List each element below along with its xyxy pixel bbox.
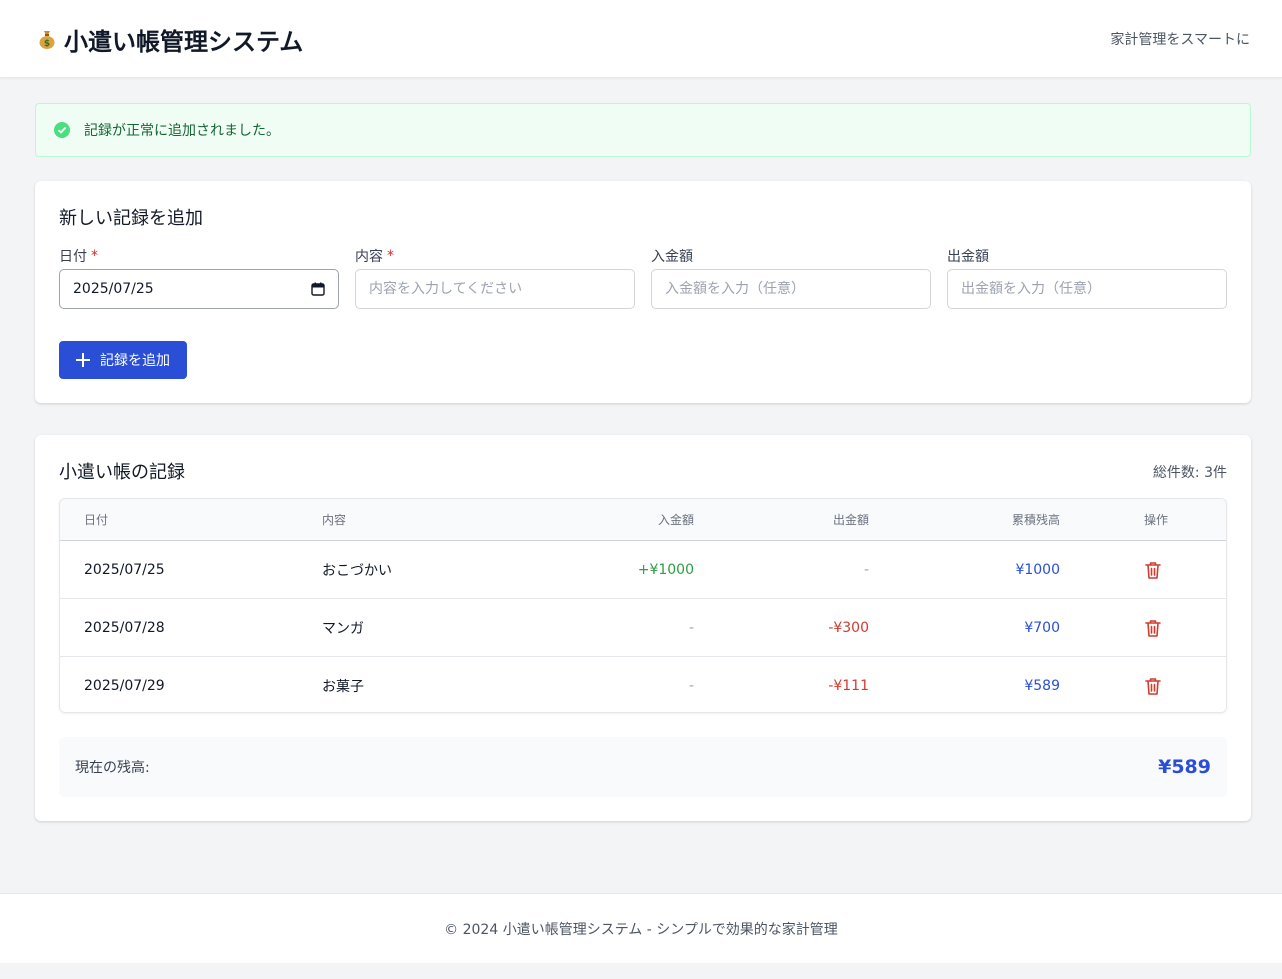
description-field: 内容 * <box>355 246 635 309</box>
trash-icon[interactable] <box>1144 676 1162 696</box>
app-title: $ 小遣い帳管理システム <box>36 22 303 56</box>
cell-income: +¥1000 <box>637 562 694 578</box>
header-tagline: 家計管理をスマートに <box>1110 32 1250 48</box>
cell-actions <box>1144 657 1162 712</box>
date-field: 日付 * 2025/07/25 <box>59 246 339 309</box>
cell-balance: ¥589 <box>1024 678 1060 694</box>
cell-description: おこづかい <box>322 563 392 579</box>
records-table: 日付 内容 入金額 出金額 累積残高 操作 2025/07/25 おこづかい +… <box>59 498 1227 713</box>
income-field: 入金額 <box>651 246 931 309</box>
current-balance-value: ¥589 <box>1158 756 1211 778</box>
column-header-income: 入金額 <box>657 513 694 527</box>
check-circle-icon <box>54 122 70 138</box>
description-label: 内容 * <box>355 246 635 266</box>
success-alert: 記録が正常に追加されました。 <box>35 103 1251 157</box>
column-header-date: 日付 <box>84 513 109 527</box>
alert-message: 記録が正常に追加されました。 <box>84 123 280 139</box>
plus-icon <box>76 353 90 367</box>
add-record-card: 新しい記録を追加 日付* 2025/07/25 内容* 入金額 出 <box>35 181 1251 403</box>
date-input[interactable]: 2025/07/25 <box>59 269 339 309</box>
cell-expense: -¥111 <box>828 678 869 694</box>
cell-description: マンガ <box>322 621 364 637</box>
income-label: 入金額 <box>651 249 693 265</box>
required-mark: * <box>387 248 394 264</box>
date-label-text: 日付 <box>59 249 87 265</box>
cell-date: 2025/07/25 <box>84 562 165 578</box>
add-record-button-label: 記録を追加 <box>100 352 170 368</box>
cell-expense: - <box>863 562 869 578</box>
add-record-button[interactable]: 記録を追加 <box>59 341 187 379</box>
cell-date: 2025/07/29 <box>84 678 165 694</box>
required-mark: * <box>91 248 98 264</box>
column-header-expense: 出金額 <box>832 513 869 527</box>
footer-text: © 2024 小遣い帳管理システム - シンプルで効果的な家計管理 <box>444 921 838 938</box>
form-title: 新しい記録を追加 <box>59 208 203 229</box>
svg-text:$: $ <box>44 39 50 49</box>
cell-date: 2025/07/28 <box>84 620 165 636</box>
date-input-value: 2025/07/25 <box>73 281 154 297</box>
app-title-text: 小遣い帳管理システム <box>64 27 304 56</box>
table-row: 2025/07/29 お菓子 - -¥111 ¥589 <box>60 657 1226 712</box>
expense-input[interactable] <box>947 269 1227 309</box>
cell-actions <box>1144 599 1162 657</box>
current-balance-label: 現在の残高: <box>75 760 150 776</box>
calendar-icon[interactable] <box>311 282 325 296</box>
column-header-balance: 累積残高 <box>1011 513 1060 527</box>
column-header-actions: 操作 <box>1144 513 1169 527</box>
table-row: 2025/07/28 マンガ - -¥300 ¥700 <box>60 599 1226 657</box>
date-label: 日付 * <box>59 246 339 266</box>
trash-icon[interactable] <box>1144 560 1162 580</box>
records-title: 小遣い帳の記録 <box>59 462 185 483</box>
description-label-text: 内容 <box>355 249 383 265</box>
cell-description: お菓子 <box>322 679 364 695</box>
expense-label: 出金額 <box>947 249 989 265</box>
app-header: $ 小遣い帳管理システム 家計管理をスマートに <box>0 0 1282 78</box>
cell-income: - <box>688 620 694 636</box>
money-bag-icon: $ <box>36 28 58 50</box>
table-row: 2025/07/25 おこづかい +¥1000 - ¥1000 <box>60 541 1226 599</box>
cell-income: - <box>688 678 694 694</box>
income-input[interactable] <box>651 269 931 309</box>
column-header-description: 内容 <box>322 513 347 527</box>
cell-expense: -¥300 <box>828 620 869 636</box>
total-count: 総件数: 3件 <box>1152 465 1227 481</box>
cell-actions <box>1144 541 1162 599</box>
cell-balance: ¥700 <box>1024 620 1060 636</box>
description-input[interactable] <box>355 269 635 309</box>
page-footer: © 2024 小遣い帳管理システム - シンプルで効果的な家計管理 <box>0 893 1282 963</box>
table-header: 日付 内容 入金額 出金額 累積残高 操作 <box>60 499 1226 541</box>
cell-balance: ¥1000 <box>1015 562 1060 578</box>
expense-field: 出金額 <box>947 246 1227 309</box>
current-balance-box: 現在の残高: ¥589 <box>59 737 1227 797</box>
trash-icon[interactable] <box>1144 618 1162 638</box>
records-card: 小遣い帳の記録 総件数: 3件 日付 内容 入金額 出金額 累積残高 操作 20… <box>35 435 1251 821</box>
